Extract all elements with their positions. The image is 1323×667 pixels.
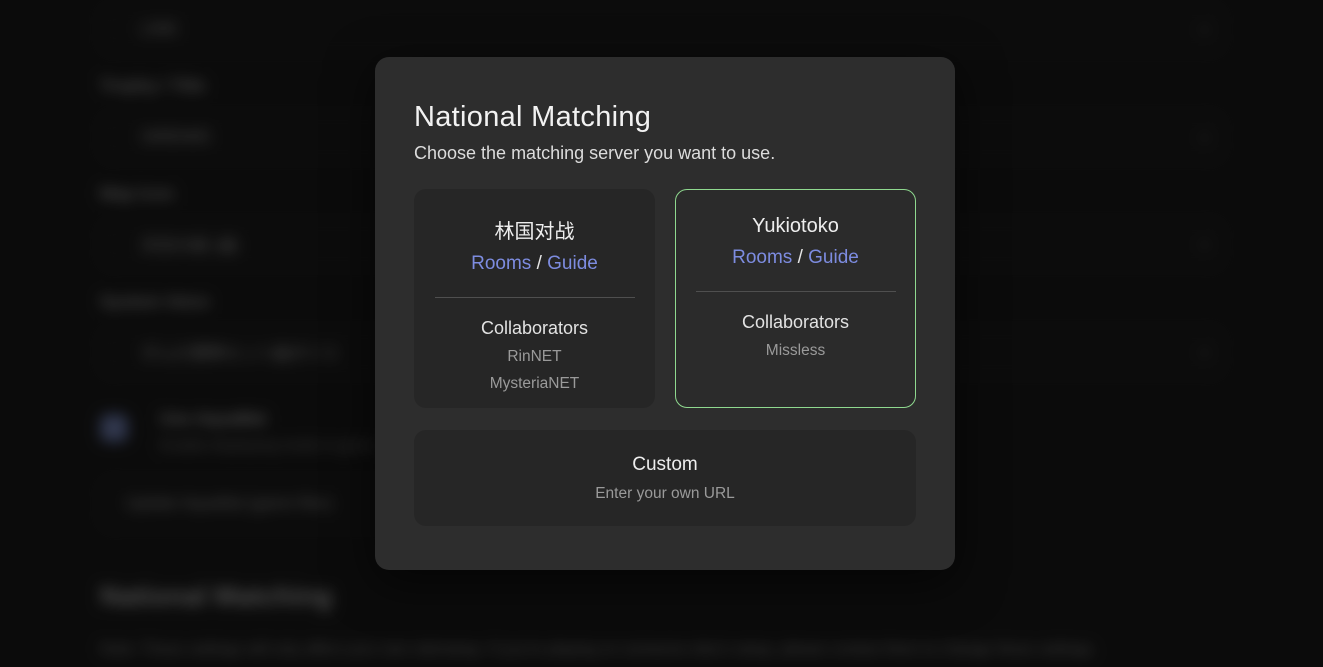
server-name: 林国对战 xyxy=(495,215,575,244)
rooms-link[interactable]: Rooms xyxy=(732,247,792,268)
custom-card-subtitle: Enter your own URL xyxy=(595,485,735,503)
link-separator: / xyxy=(531,253,547,274)
collaborators-title: Collaborators xyxy=(481,318,588,339)
custom-card-title: Custom xyxy=(632,454,697,476)
server-name: Yukiotoko xyxy=(752,215,839,238)
custom-server-card[interactable]: Custom Enter your own URL xyxy=(414,430,916,526)
card-divider xyxy=(696,291,896,292)
server-options-row: 林国对战 Rooms / Guide Collaborators RinNET … xyxy=(414,189,916,408)
server-card-linguo[interactable]: 林国对战 Rooms / Guide Collaborators RinNET … xyxy=(414,189,655,408)
collaborator-name: Missless xyxy=(766,342,825,360)
rooms-link[interactable]: Rooms xyxy=(471,253,531,274)
server-links: Rooms / Guide xyxy=(732,247,859,269)
dialog-subtitle: Choose the matching server you want to u… xyxy=(414,143,916,164)
guide-link[interactable]: Guide xyxy=(547,253,598,274)
collaborator-name: RinNET xyxy=(507,348,561,366)
link-separator: / xyxy=(792,247,808,268)
guide-link[interactable]: Guide xyxy=(808,247,859,268)
collaborators-title: Collaborators xyxy=(742,312,849,333)
server-links: Rooms / Guide xyxy=(471,253,598,275)
dialog-title: National Matching xyxy=(414,101,916,134)
card-divider xyxy=(435,297,635,298)
national-matching-dialog: National Matching Choose the matching se… xyxy=(375,57,955,570)
collaborator-name: MysteriaNET xyxy=(490,375,580,393)
server-card-yukiotoko[interactable]: Yukiotoko Rooms / Guide Collaborators Mi… xyxy=(675,189,916,408)
